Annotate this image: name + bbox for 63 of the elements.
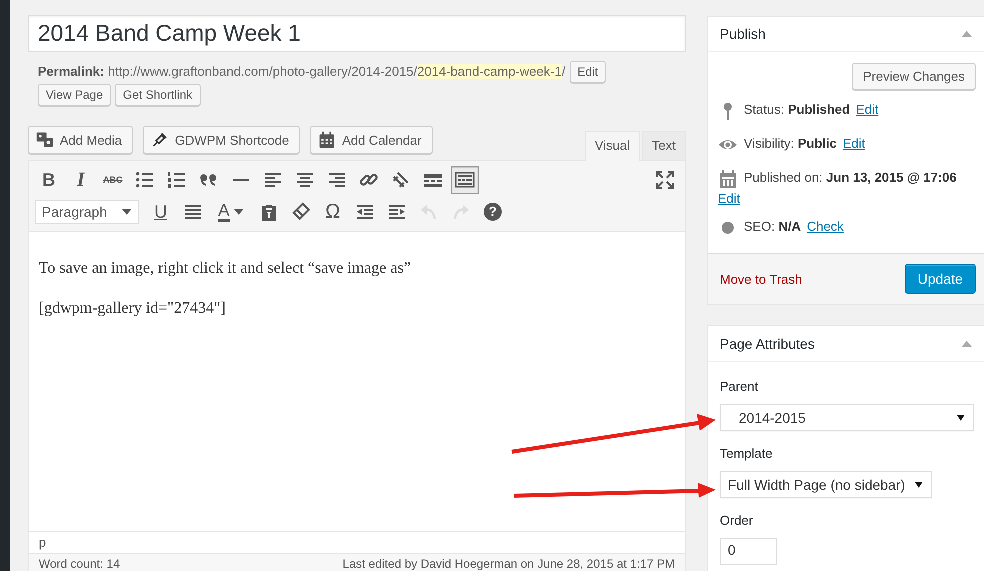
publish-setting: Visibility: Public [744,135,837,153]
calendar-icon [318,131,336,149]
justify-icon [183,202,203,222]
bulleted-list-icon [135,170,155,190]
calendar-icon [718,169,738,189]
edit-link[interactable]: Edit [856,100,879,120]
italic-button[interactable]: I [67,166,95,194]
edit-link[interactable]: Check [807,217,844,237]
strikethrough-button[interactable]: ABC [99,166,127,194]
editor-tab[interactable]: Visual [584,131,640,161]
numbered-list-icon [167,170,187,190]
toolbar-toggle-icon [455,170,475,190]
align-left-icon [263,170,283,190]
editor-tab[interactable]: Text [642,131,686,160]
indent-icon [387,202,407,222]
preview-button[interactable]: Preview Changes [852,63,976,90]
last-edited-text: Last edited by David Hoegerman on June 28, 2015 at 1:17 PM [342,556,675,571]
update-button[interactable]: Update [904,264,976,294]
permalink-text: Permalink: http://www.graftonband.com/photo-gallery/2014-2015/2014-band-camp-week-1/ [38,63,566,81]
redo-icon [451,202,471,222]
parent-dropdown[interactable]: 2014-2015 [720,404,974,431]
edit-permalink-button[interactable]: Edit [570,61,606,83]
bold-button[interactable]: B [35,166,63,194]
calendar-button[interactable]: Add Calendar [310,126,433,154]
field-label: Template [720,445,774,463]
text-color-button[interactable]: A [211,198,251,226]
align-right-icon [327,170,347,190]
edit-link[interactable]: Edit [718,189,974,209]
media-button[interactable]: Add Media [28,126,134,154]
trash-link[interactable]: Move to Trash [720,272,802,286]
title-field[interactable]: 2014 Band Camp Week 1 [28,15,686,52]
outdent-icon [355,202,375,222]
publish-setting: Published on: Jun 13, 2015 @ 17:06 [744,169,957,187]
underline-button[interactable]: U [147,198,175,226]
eraser-icon [291,202,311,222]
pen-icon [151,131,170,149]
permalink-button[interactable]: View Page [38,84,112,106]
content-paragraph: To save an image, right click it and select “save image as” [39,259,412,279]
help-button[interactable]: ? [479,198,507,226]
unlink-icon [391,170,411,190]
publish-setting: Status: Published [744,101,850,119]
clipboard-icon [259,202,279,222]
element-path: p [39,535,46,550]
special-character-button[interactable]: Ω [319,198,347,226]
box-title: Publish [720,26,766,42]
fullscreen-icon [655,170,675,190]
template-dropdown[interactable]: Full Width Page (no sidebar) [720,471,932,498]
horizontal-line-icon [233,179,249,181]
field-label: Parent [720,378,760,396]
content-paragraph: [gdwpm-gallery id="27434"] [39,299,227,319]
order-field[interactable]: 0 [720,538,777,565]
word-count: Word count: 14 [39,556,120,571]
format-dropdown[interactable]: Paragraph [35,200,139,224]
publish-setting: SEO: N/A [744,218,802,236]
box-title: Page Attributes [720,336,815,352]
media-icon [36,131,54,149]
permalink-button[interactable]: Get Shortlink [115,84,201,106]
edit-link[interactable]: Edit [842,134,866,154]
toolbar-toggle-button[interactable] [451,166,479,194]
field-label: Order [720,512,754,530]
pen-button[interactable]: GDWPM Shortcode [143,126,300,154]
undo-icon [419,202,439,222]
align-center-icon [295,170,315,190]
